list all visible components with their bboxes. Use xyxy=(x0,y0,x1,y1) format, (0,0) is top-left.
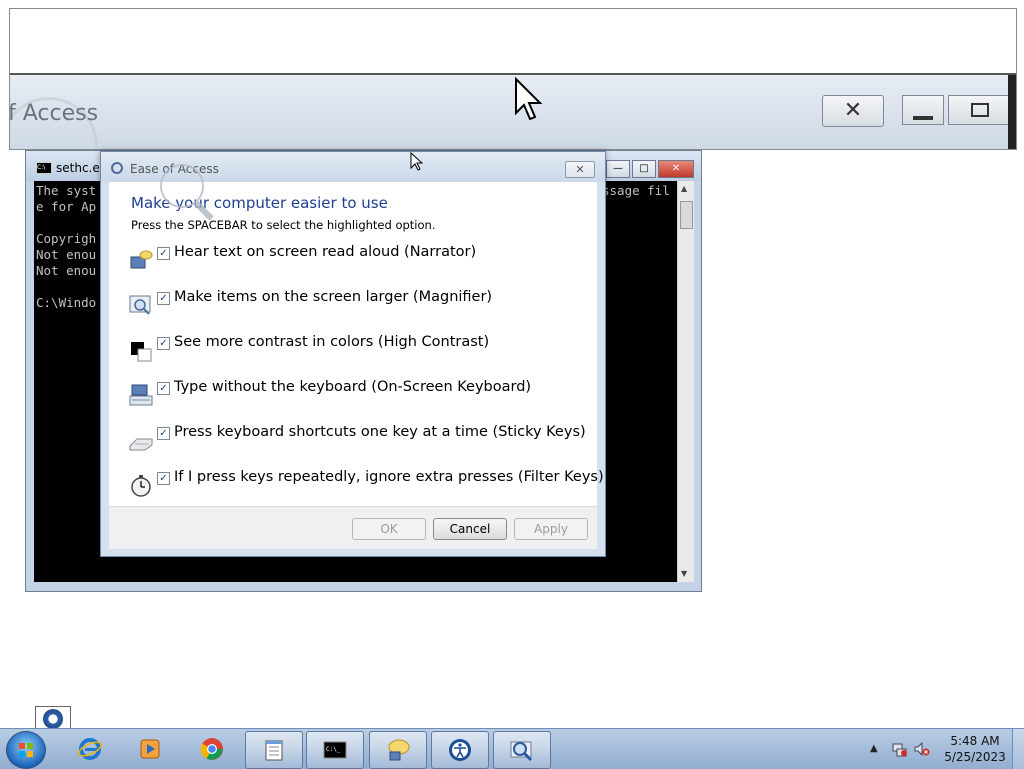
media-player-icon xyxy=(140,739,160,759)
magnified-cursor-icon xyxy=(515,77,543,121)
mouse-cursor-icon xyxy=(410,152,424,171)
onscreen-keyboard-icon xyxy=(129,384,153,406)
ok-button[interactable]: OK xyxy=(352,518,426,540)
filter-keys-icon xyxy=(131,475,151,497)
option-label[interactable]: See more contrast in colors (High Contra… xyxy=(174,334,489,350)
console-line: C:\Windo xyxy=(36,295,97,310)
onscreen-keyboard-checkbox[interactable]: ✓ xyxy=(157,382,170,395)
filter-keys-checkbox[interactable]: ✓ xyxy=(157,472,170,485)
scroll-up-icon[interactable]: ▲ xyxy=(681,184,687,193)
magnified-edge xyxy=(1008,75,1016,149)
option-label[interactable]: If I press keys repeatedly, ignore extra… xyxy=(174,469,604,485)
console-close-button[interactable]: ✕ xyxy=(658,160,694,178)
notepad-icon xyxy=(265,740,283,761)
ease-of-access-dialog[interactable]: Ease of Access ✕ Make your computer easi… xyxy=(100,151,606,557)
console-line: e for Ap xyxy=(36,199,97,214)
console-minimize-button[interactable]: — xyxy=(606,160,630,178)
console-line: Not enou xyxy=(36,247,97,262)
taskbar-notepad[interactable] xyxy=(245,731,303,769)
magnified-blank-area xyxy=(10,9,1016,75)
dialog-content: Make your computer easier to use Press t… xyxy=(109,182,604,506)
narrator-icon xyxy=(130,250,153,269)
chrome-icon xyxy=(200,738,223,760)
magnified-minimize-button xyxy=(902,95,944,125)
dialog-instruction: Press the SPACEBAR to select the highlig… xyxy=(131,218,436,232)
magnified-maximize-button xyxy=(948,95,1010,125)
ease-of-access-icon xyxy=(111,162,123,174)
internet-explorer-icon xyxy=(78,738,102,760)
magnifier-icon xyxy=(129,295,151,315)
dialog-close-button[interactable]: ✕ xyxy=(565,161,595,178)
console-line-fragment: ssage fil xyxy=(602,183,670,198)
taskbar-cmd[interactable]: C:\_ xyxy=(306,731,364,769)
ease-of-access-icon xyxy=(449,739,471,761)
option-label[interactable]: Type without the keyboard (On-Screen Key… xyxy=(174,379,531,395)
volume-muted-icon[interactable] xyxy=(914,741,930,757)
magnified-title-text: f Access xyxy=(9,101,99,126)
magnified-close-button: ✕ xyxy=(822,95,884,127)
taskbar-internet-explorer[interactable] xyxy=(62,731,118,767)
option-label[interactable]: Hear text on screen read aloud (Narrator… xyxy=(174,244,476,260)
option-sticky-keys[interactable]: ✓ Press keyboard shortcuts one key at a … xyxy=(129,424,589,454)
console-scrollbar[interactable]: ▲ ▼ xyxy=(677,181,694,582)
start-button[interactable] xyxy=(6,731,46,769)
show-desktop-button[interactable] xyxy=(1012,729,1024,769)
network-icon[interactable] xyxy=(892,741,908,757)
scroll-thumb[interactable] xyxy=(680,201,693,229)
dialog-footer: OK Cancel Apply xyxy=(109,506,597,549)
option-narrator[interactable]: ✓ Hear text on screen read aloud (Narrat… xyxy=(129,244,589,274)
taskbar-ease-of-access[interactable] xyxy=(431,731,489,769)
svg-text:C:\_: C:\_ xyxy=(326,746,341,753)
option-high-contrast[interactable]: ✓ See more contrast in colors (High Cont… xyxy=(129,334,589,364)
magnifier-icon xyxy=(510,741,533,762)
option-filter-keys[interactable]: ✓ If I press keys repeatedly, ignore ext… xyxy=(129,469,604,499)
show-hidden-icons-chevron-icon[interactable]: ▲ xyxy=(870,743,878,754)
option-label[interactable]: Make items on the screen larger (Magnifi… xyxy=(174,289,492,305)
narrator-checkbox[interactable]: ✓ xyxy=(157,247,170,260)
console-line: The syst xyxy=(36,183,97,198)
high-contrast-checkbox[interactable]: ✓ xyxy=(157,337,170,350)
ease-of-access-icon xyxy=(43,709,63,729)
scroll-down-icon[interactable]: ▼ xyxy=(681,569,687,578)
taskbar: C:\_ ▲ 5:48 AM 5/25/2023 xyxy=(0,728,1024,769)
cmd-icon: C:\_ xyxy=(323,741,347,759)
taskbar-chrome[interactable] xyxy=(184,731,240,767)
taskbar-narrator[interactable] xyxy=(369,731,427,769)
cancel-button[interactable]: Cancel xyxy=(433,518,507,540)
clock-date: 5/25/2023 xyxy=(944,750,1006,764)
taskbar-media-player[interactable] xyxy=(122,731,178,767)
magnifier-lens-view: f Access ✕ xyxy=(9,8,1017,150)
console-maximize-button[interactable]: □ xyxy=(632,160,656,178)
console-line: Copyrigh xyxy=(36,231,97,246)
high-contrast-icon xyxy=(131,342,152,362)
taskbar-magnifier[interactable] xyxy=(493,731,551,769)
option-onscreen-keyboard[interactable]: ✓ Type without the keyboard (On-Screen K… xyxy=(129,379,589,409)
sticky-keys-checkbox[interactable]: ✓ xyxy=(157,427,170,440)
cmd-icon: C:\ xyxy=(36,162,52,174)
option-label[interactable]: Press keyboard shortcuts one key at a ti… xyxy=(174,424,586,440)
narrator-icon xyxy=(388,739,410,761)
clock[interactable]: 5:48 AM 5/25/2023 xyxy=(940,733,1010,765)
sticky-keys-icon xyxy=(129,438,153,451)
console-line: Not enou xyxy=(36,263,97,278)
option-magnifier[interactable]: ✓ Make items on the screen larger (Magni… xyxy=(129,289,589,319)
magnifier-checkbox[interactable]: ✓ xyxy=(157,292,170,305)
windows-logo-icon xyxy=(19,743,33,757)
clock-time: 5:48 AM xyxy=(950,734,1000,748)
apply-button[interactable]: Apply xyxy=(514,518,588,540)
